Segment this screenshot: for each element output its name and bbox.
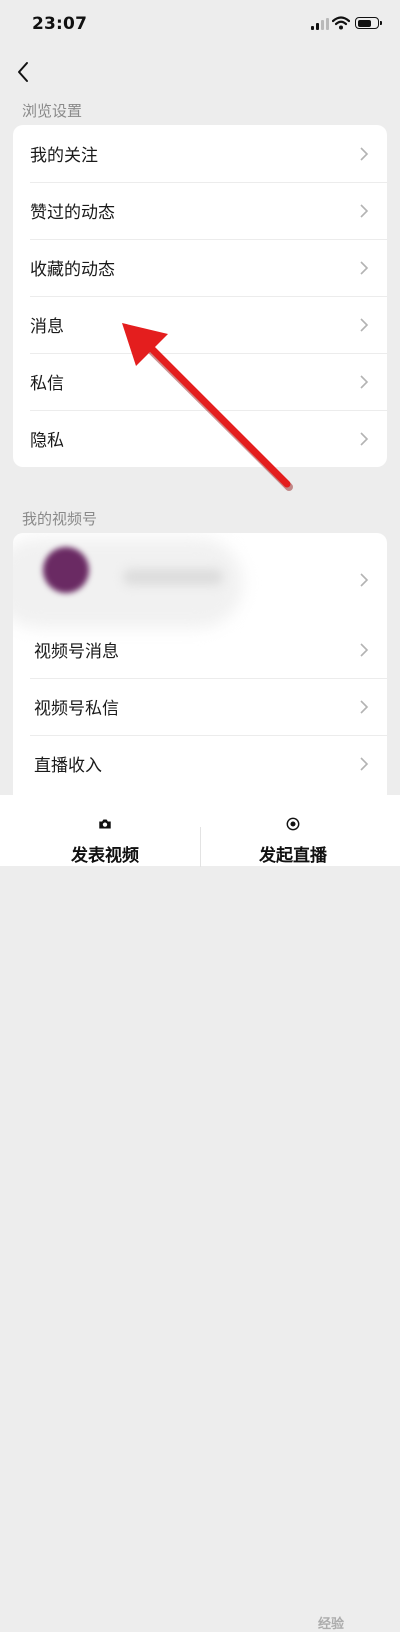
menu-item-private-messages[interactable]: 私信 xyxy=(13,353,387,410)
wifi-icon xyxy=(332,16,350,30)
menu-item-liked-posts[interactable]: 赞过的动态 xyxy=(13,182,387,239)
chevron-right-icon xyxy=(360,573,369,587)
chevron-right-icon xyxy=(360,374,369,389)
publish-video-label: 发表视频 xyxy=(71,846,139,866)
cellular-signal-icon xyxy=(311,18,329,30)
menu-item-label: 赞过的动态 xyxy=(30,203,115,223)
channel-profile-row[interactable] xyxy=(13,533,387,628)
my-channels-card: 视频号消息 视频号私信 直播收入 xyxy=(13,533,387,795)
menu-item-favorited-posts[interactable]: 收藏的动态 xyxy=(13,239,387,296)
battery-icon xyxy=(355,17,382,29)
menu-item-live-income[interactable]: 直播收入 xyxy=(13,735,387,792)
chevron-right-icon xyxy=(360,203,369,218)
chevron-right-icon xyxy=(360,699,369,714)
publish-video-button[interactable]: 发表视频 xyxy=(55,795,155,866)
menu-item-label: 隐私 xyxy=(30,431,64,451)
menu-item-channel-messages[interactable]: 视频号消息 xyxy=(13,621,387,678)
blurred-channel-name xyxy=(123,569,223,585)
menu-item-label: 消息 xyxy=(30,317,64,337)
menu-item-channel-private-messages[interactable]: 视频号私信 xyxy=(13,678,387,735)
menu-item-label: 直播收入 xyxy=(34,756,102,776)
start-live-button[interactable]: 发起直播 xyxy=(243,795,343,866)
chevron-right-icon xyxy=(360,260,369,275)
menu-item-messages[interactable]: 消息 xyxy=(13,296,387,353)
menu-item-privacy[interactable]: 隐私 xyxy=(13,410,387,467)
menu-item-label: 我的关注 xyxy=(30,146,98,166)
browse-settings-header: 浏览设置 xyxy=(22,102,83,120)
start-live-label: 发起直播 xyxy=(259,846,327,866)
live-broadcast-icon xyxy=(286,817,300,831)
chevron-right-icon xyxy=(360,431,369,446)
chevron-right-icon xyxy=(360,317,369,332)
my-channels-header: 我的视频号 xyxy=(22,510,98,528)
back-arrow-icon[interactable] xyxy=(12,58,36,86)
battery-level xyxy=(357,19,371,27)
status-time: 23:07 xyxy=(32,14,88,34)
menu-item-label: 视频号私信 xyxy=(34,699,119,719)
menu-item-following[interactable]: 我的关注 xyxy=(13,125,387,182)
tab-divider xyxy=(200,827,201,867)
chevron-right-icon xyxy=(360,642,369,657)
status-bar: 23:07 xyxy=(0,0,400,50)
menu-item-label: 私信 xyxy=(30,374,64,394)
avatar xyxy=(43,547,89,593)
menu-item-label: 视频号消息 xyxy=(34,642,119,662)
menu-item-label: 收藏的动态 xyxy=(30,260,115,280)
chevron-right-icon xyxy=(360,756,369,771)
camera-icon xyxy=(99,819,111,829)
watermark: 经验 xyxy=(318,1617,345,1632)
bottom-action-bar: 发表视频 发起直播 经验 xyxy=(0,795,400,1632)
browse-settings-card: 我的关注 赞过的动态 收藏的动态 消息 私信 隐私 xyxy=(13,125,387,467)
chevron-right-icon xyxy=(360,146,369,161)
